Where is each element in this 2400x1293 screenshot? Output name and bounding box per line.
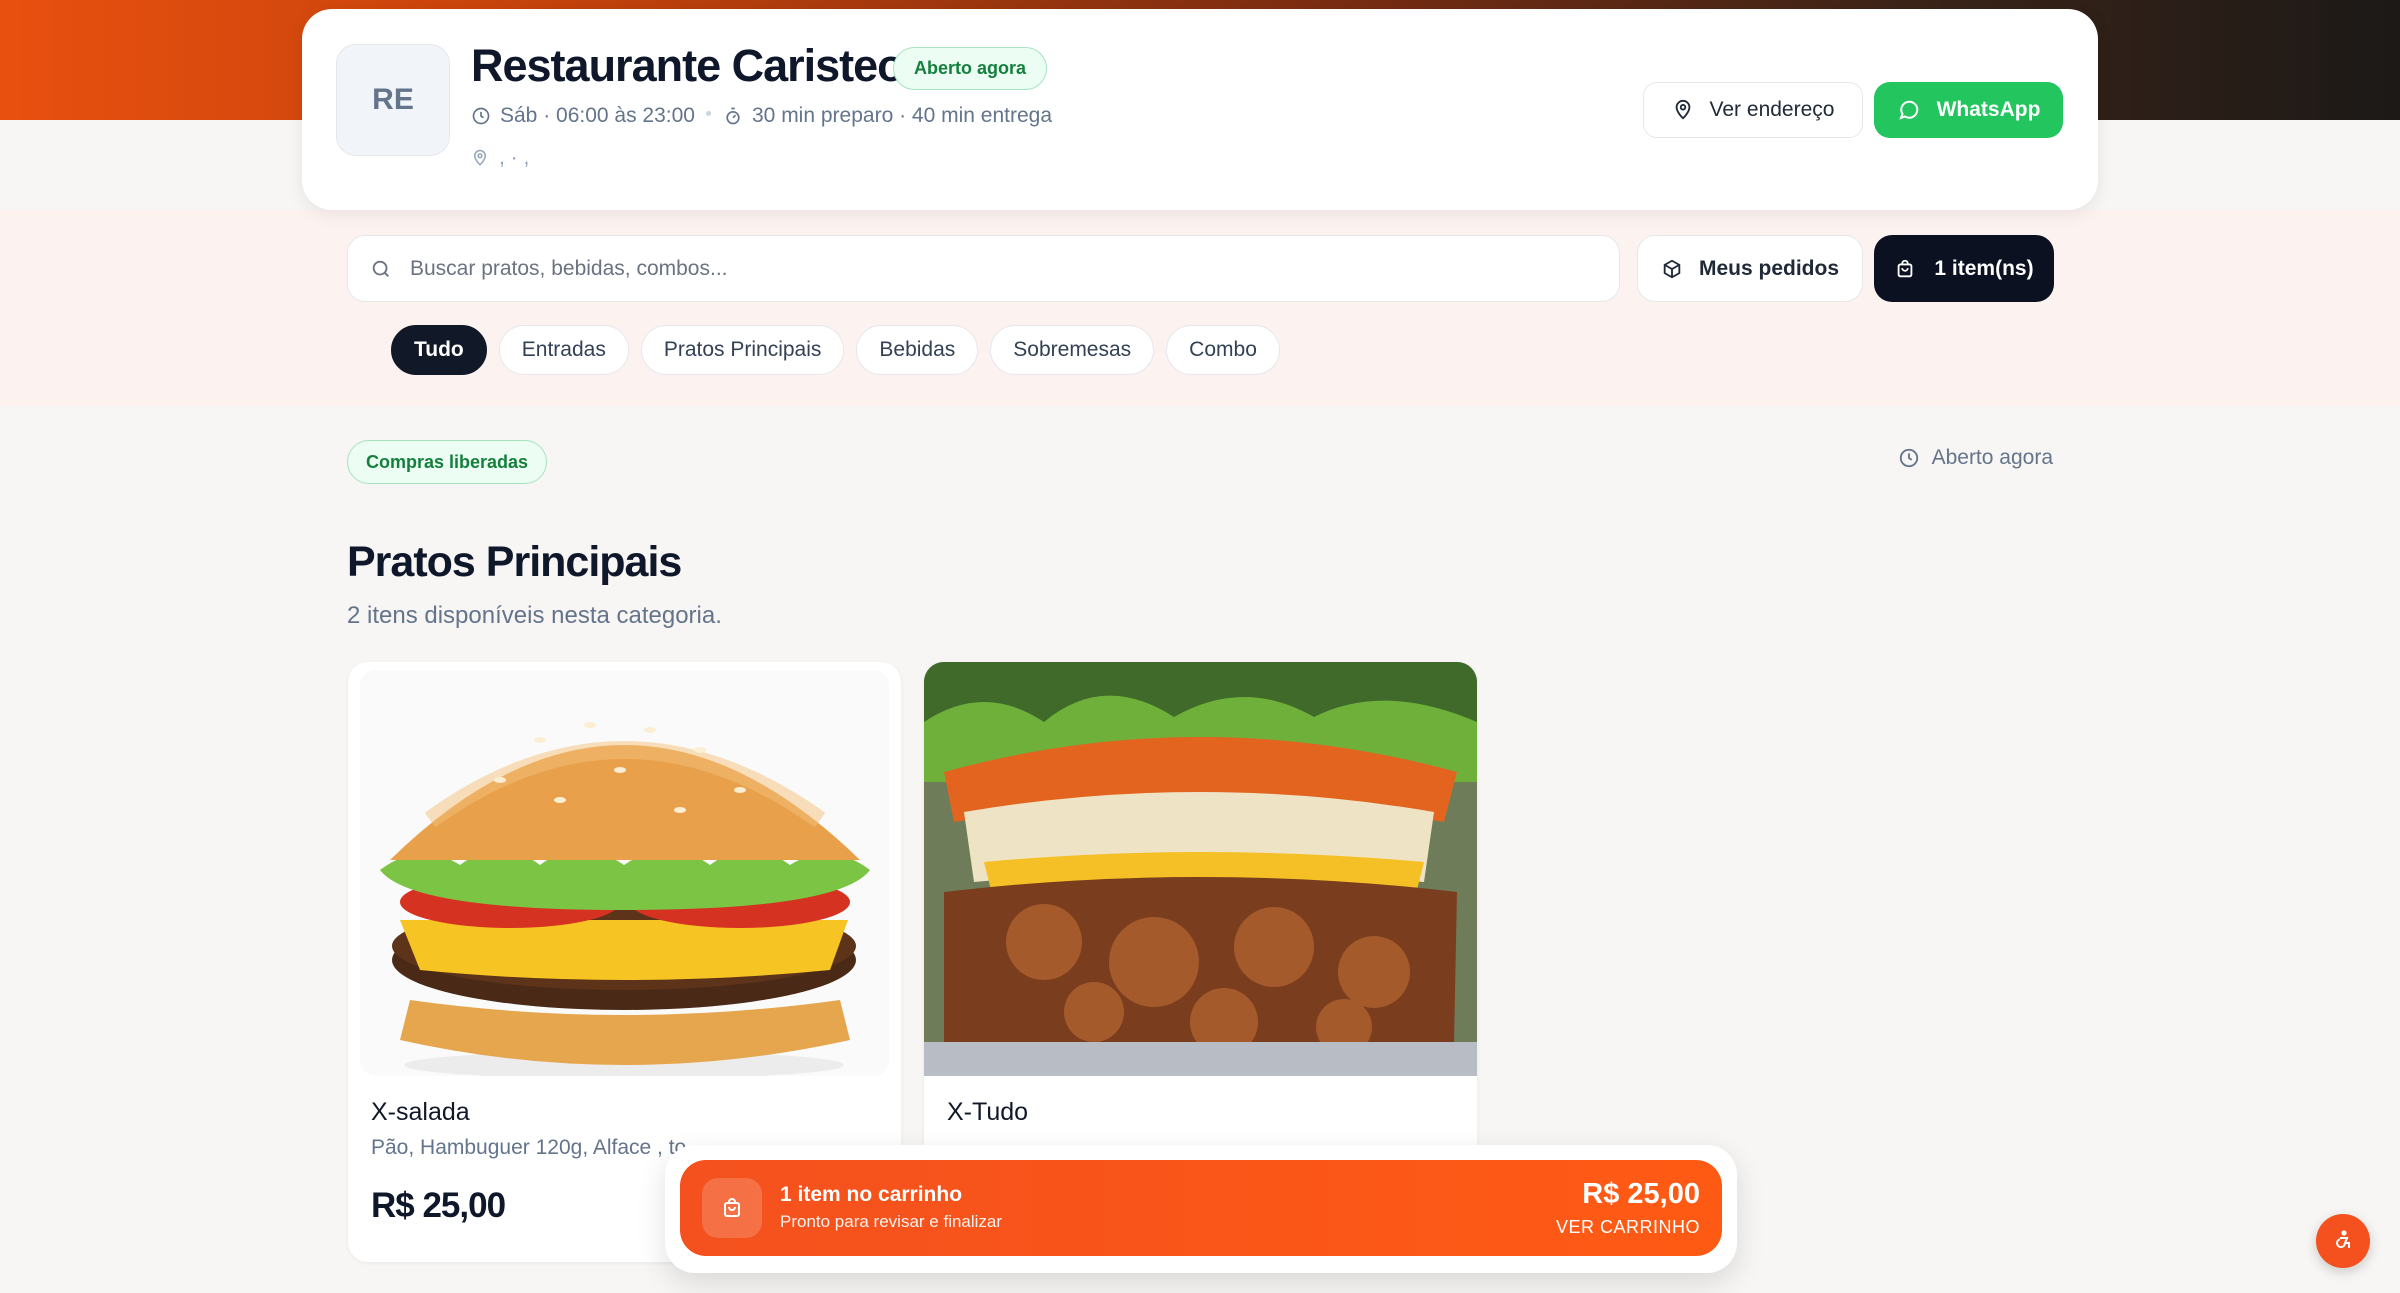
shopping-bag-icon [724, 1198, 740, 1217]
burger-photo-illustration [924, 662, 1477, 1076]
product-image-x-tudo [924, 662, 1477, 1076]
whatsapp-label: WhatsApp [1936, 98, 2041, 121]
view-address-label: Ver endereço [1709, 98, 1835, 121]
open-status-text: Aberto agora [1931, 446, 2053, 469]
product-description: Pão, Hambuguer 120g, Alface , to [371, 1136, 687, 1159]
my-orders-button[interactable]: Meus pedidos [1637, 235, 1863, 302]
cart-button-label: 1 item(ns) [1934, 256, 2034, 280]
cart-icon-box [702, 1178, 762, 1238]
product-name: X-Tudo [947, 1098, 1029, 1126]
burger-illustration [360, 670, 889, 1076]
separator-dot [706, 111, 711, 116]
address-text: , · , [499, 146, 530, 169]
product-price: R$ 25,00 [371, 1186, 506, 1225]
tab-bebidas[interactable]: Bebidas [856, 325, 979, 375]
my-orders-label: Meus pedidos [1698, 256, 1840, 280]
cart-total: R$ 25,00 [1582, 1178, 1700, 1210]
delivery-timing-text: 30 min preparo · 40 min entrega [752, 104, 1052, 127]
opening-hours: Sáb · 06:00 às 23:00 [471, 104, 695, 128]
search-icon [372, 260, 389, 277]
opening-hours-text: Sáb · 06:00 às 23:00 [500, 104, 695, 127]
timer-icon [726, 107, 740, 125]
cart-button[interactable]: 1 item(ns) [1874, 235, 2054, 302]
tab-entradas[interactable]: Entradas [498, 325, 629, 375]
open-status: Aberto agora [1898, 446, 2053, 470]
cart-bar-subtitle: Pronto para revisar e finalizar [780, 1212, 1003, 1231]
search-bar [347, 235, 1620, 302]
clock-icon [1899, 448, 1918, 468]
restaurant-name: Restaurante Caristeo [471, 40, 905, 91]
open-status-badge: Aberto agora [893, 47, 1048, 90]
shopping-bag-icon [1898, 259, 1913, 277]
product-image-x-salada [360, 670, 889, 1076]
map-pin-icon [473, 149, 487, 166]
package-icon [1663, 259, 1681, 278]
accessibility-icon [2336, 1230, 2350, 1249]
delivery-timing: 30 min preparo · 40 min entrega [723, 104, 1052, 128]
tab-sobremesas[interactable]: Sobremesas [990, 325, 1155, 375]
chat-bubble-icon [1898, 100, 1918, 120]
restaurant-logo: RE [336, 44, 450, 156]
tab-tudo[interactable]: Tudo [391, 325, 487, 375]
purchase-status-badge: Compras liberadas [347, 440, 548, 484]
cart-bar-title: 1 item no carrinho [780, 1183, 963, 1206]
tab-combo[interactable]: Combo [1166, 325, 1280, 375]
view-cart-bar[interactable]: 1 item no carrinho Pronto para revisar e… [680, 1160, 1722, 1256]
map-pin-icon [1675, 99, 1690, 120]
product-name: X-salada [371, 1098, 470, 1126]
clock-icon [472, 107, 490, 125]
accessibility-button[interactable] [2316, 1214, 2370, 1268]
section-subtitle: 2 itens disponíveis nesta categoria. [347, 602, 722, 629]
restaurant-address: , · , [471, 146, 529, 170]
category-tabs: Tudo Entradas Pratos Principais Bebidas … [391, 325, 1280, 375]
section-title: Pratos Principais [347, 538, 682, 586]
view-address-button[interactable]: Ver endereço [1643, 82, 1863, 138]
view-cart-link[interactable]: VER CARRINHO [1556, 1217, 1700, 1238]
whatsapp-button[interactable]: WhatsApp [1874, 82, 2063, 138]
search-input[interactable] [410, 256, 1510, 281]
tab-pratos-principais[interactable]: Pratos Principais [640, 325, 845, 375]
